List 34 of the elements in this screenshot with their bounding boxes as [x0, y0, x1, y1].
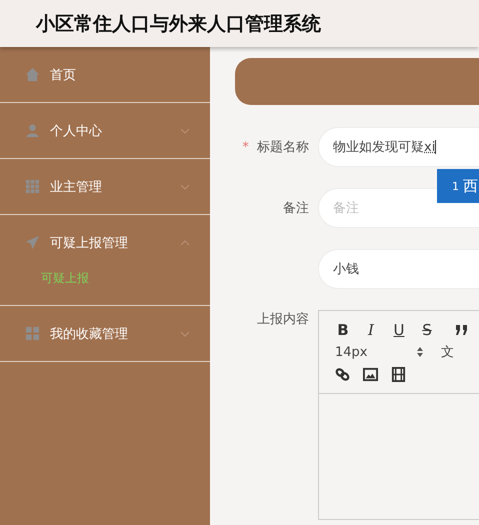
- house-icon: [25, 67, 40, 82]
- sidebar-item[interactable]: 首页: [0, 47, 210, 102]
- ime-candidate-popup[interactable]: 1 西: [437, 169, 479, 203]
- sidebar-item[interactable]: 我的收藏管理: [0, 306, 210, 361]
- field-label: 备注: [283, 201, 309, 216]
- menu-label: 首页: [50, 66, 77, 84]
- person-icon: [25, 123, 40, 138]
- sidebar-item[interactable]: 个人中心: [0, 103, 210, 158]
- app-title: 小区常住人口与外来人口管理系统: [36, 12, 321, 36]
- required-mark: *: [242, 140, 249, 155]
- link-icon[interactable]: [335, 366, 350, 382]
- image-icon[interactable]: [363, 366, 378, 382]
- menu-label: 可疑上报管理: [50, 234, 129, 252]
- font-size-select[interactable]: 14px: [335, 344, 423, 360]
- up-down-arrows-icon: [417, 347, 423, 357]
- film-icon[interactable]: [391, 366, 406, 382]
- field-label: 上报内容: [257, 312, 309, 327]
- bold-button[interactable]: B: [335, 321, 351, 339]
- quote-icon[interactable]: [455, 325, 469, 335]
- grid-icon: [25, 179, 40, 194]
- underline-button[interactable]: U: [391, 321, 407, 339]
- field-label: 标题名称: [257, 140, 309, 155]
- input-field[interactable]: 小钱: [318, 249, 479, 289]
- sidebar-item[interactable]: 可疑上报管理: [0, 215, 210, 270]
- italic-button[interactable]: I: [363, 321, 379, 339]
- menu-label: 业主管理: [50, 178, 103, 196]
- strikethrough-button[interactable]: S: [419, 321, 435, 339]
- sidebar-item[interactable]: 业主管理: [0, 159, 210, 214]
- block-format-select[interactable]: 文: [441, 343, 454, 361]
- menu-label: 我的收藏管理: [50, 326, 129, 342]
- paper-plane-icon: [25, 235, 40, 250]
- grid-icon: [25, 326, 40, 341]
- input-field[interactable]: 物业如发现可疑xi: [318, 127, 479, 167]
- menu-label: 个人中心: [50, 122, 103, 140]
